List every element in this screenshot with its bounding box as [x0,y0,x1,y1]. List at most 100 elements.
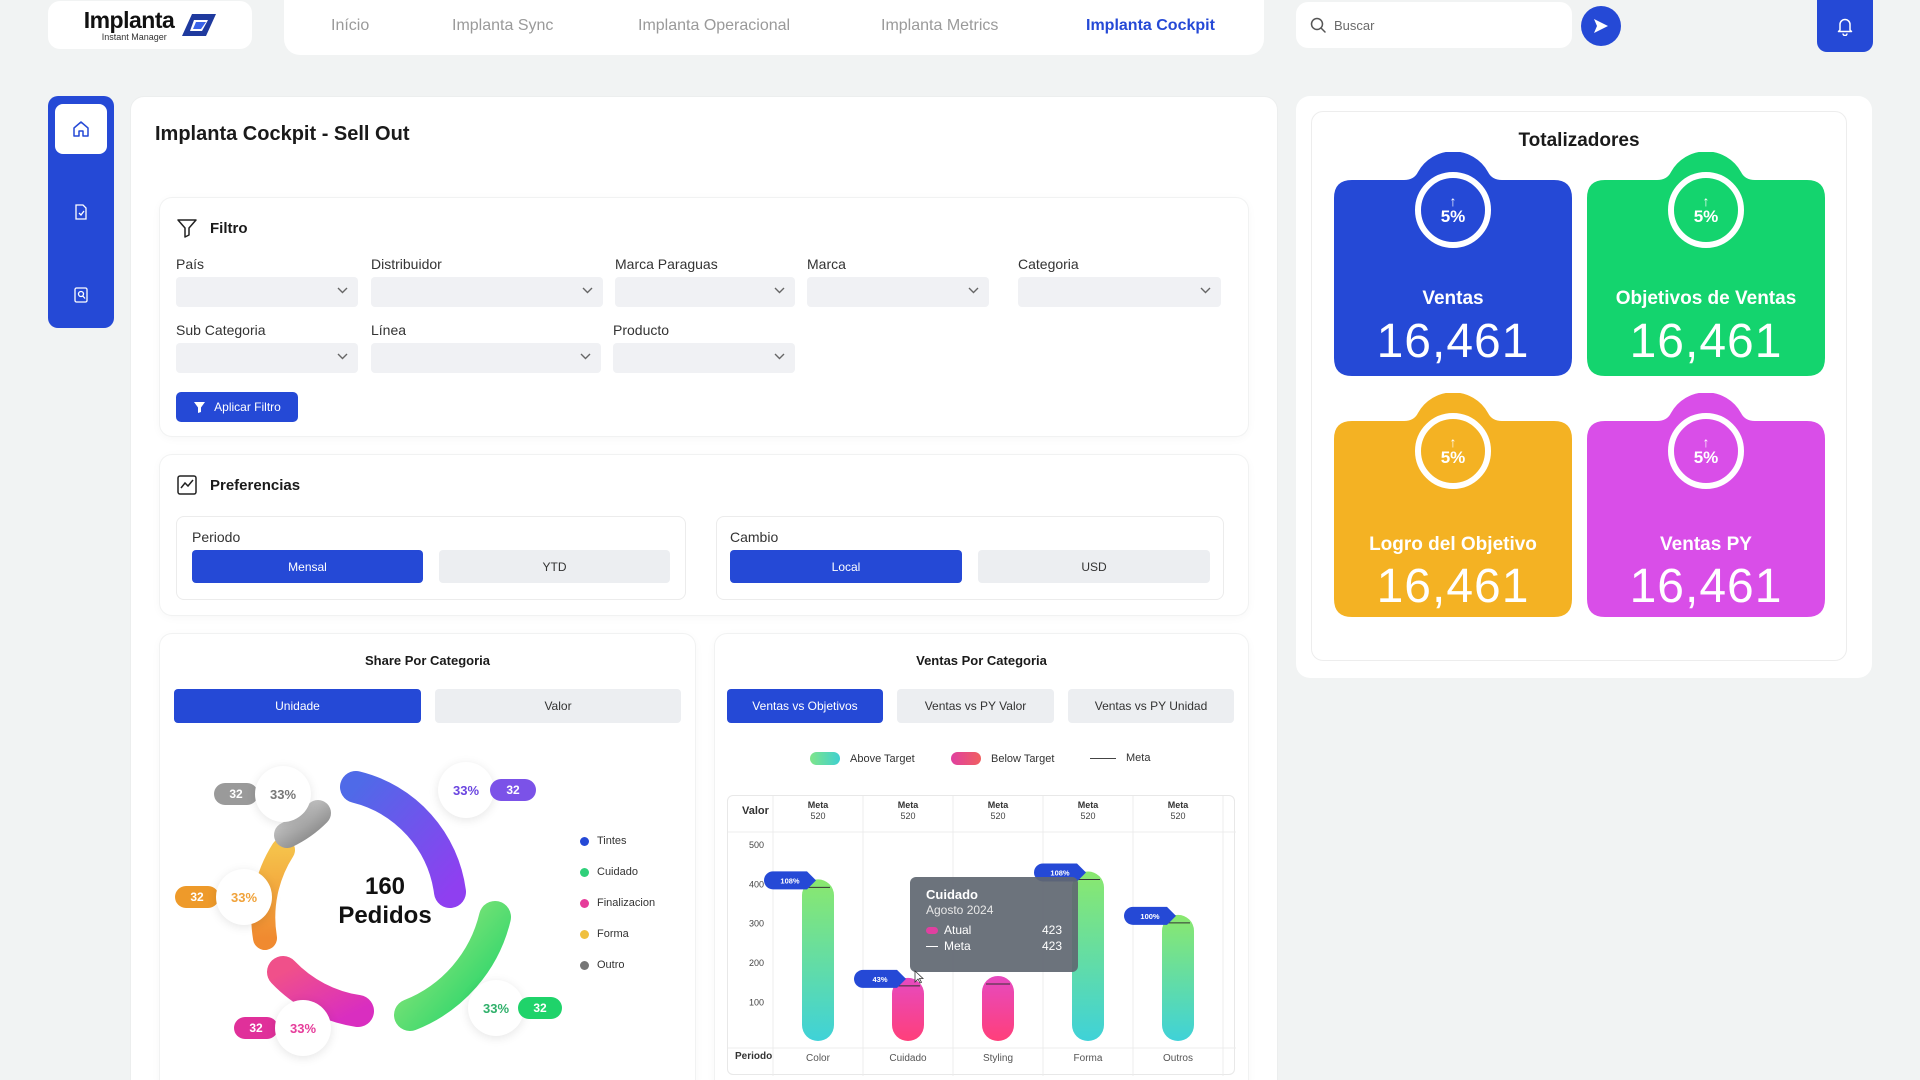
field-label-sub-categoria: Sub Categoria [176,322,266,338]
logo-subtitle: Instant Manager [101,31,167,42]
field-label-marca-paraguas: Marca Paraguas [615,256,718,272]
meta-header-value: 520 [1080,811,1095,821]
cambio-usd-button[interactable]: USD [978,550,1210,583]
sidebar-item-reports[interactable] [55,270,107,320]
select-linea[interactable] [371,343,601,373]
category-label: Styling [983,1053,1013,1064]
nav-item-implanta-sync[interactable]: Implanta Sync [452,17,553,35]
tot-card-ventas[interactable]: ↑ 5% Ventas 16,461 [1334,152,1572,376]
trend-chart-icon [177,475,197,495]
bar-styling [982,975,1014,1041]
category-label: Cuidado [889,1053,927,1064]
select-producto[interactable] [613,343,795,373]
legend-label: Cuidado [597,866,638,878]
y-axis-label: Valor [742,805,770,817]
chevron-down-icon [968,287,979,294]
chevron-down-icon [1200,287,1211,294]
periodo-label: Periodo [192,529,241,545]
nav-item-implanta-cockpit[interactable]: Implanta Cockpit [1086,17,1215,35]
periodo-mensal-button[interactable]: Mensal [192,550,423,583]
chevron-down-icon [337,353,348,360]
sidebar-item-home[interactable] [55,104,107,154]
percent-badge-label: 100% [1140,912,1160,921]
donut-center: 160 Pedidos [325,873,445,931]
chevron-down-icon [580,353,591,360]
field-label-pais: País [176,256,205,272]
select-marca[interactable] [807,277,989,307]
tot-label: Ventas [1422,288,1484,309]
tot-card-objetivos[interactable]: ↑ 5% Objetivos de Ventas 16,461 [1587,152,1825,376]
legend-dot [580,898,589,908]
tintes-pct: 33% [438,762,494,818]
tot-value: 16,461 [1376,560,1530,613]
share-tab-unidade[interactable]: Unidade [174,689,421,723]
legend-dot [580,867,589,877]
page-title: Implanta Cockpit - Sell Out [155,123,410,145]
apply-filter-label: Aplicar Filtro [214,400,281,414]
tooltip-row-atual: Atual 423 [926,923,1062,937]
finalizacion-pct: 33% [275,1000,331,1056]
y-tick-label: 400 [749,879,764,889]
legend-swatch-meta [1090,757,1116,759]
bar-color [802,879,834,1041]
preferences-title: Preferencias [176,474,300,496]
search-submit-button[interactable] [1581,6,1621,46]
tot-card-ventas-py[interactable]: ↑ 5% Ventas PY 16,461 [1587,393,1825,617]
forma-value-chip: 32 [175,886,219,908]
select-sub-categoria[interactable] [176,343,358,373]
donut-center-label: Pedidos [338,901,432,929]
logo-mark-icon [182,14,217,36]
nav-item-implanta-metrics[interactable]: Implanta Metrics [881,17,998,35]
tooltip-atual-value: 423 [1041,923,1062,937]
logo-title: Implanta [83,6,175,33]
select-categoria[interactable] [1018,277,1221,307]
nav-item-implanta-operacional[interactable]: Implanta Operacional [638,17,790,35]
filter-icon [177,219,197,238]
tooltip-period: Agosto 2024 [926,903,994,917]
search-input[interactable] [1334,17,1554,33]
y-tick-label: 100 [749,998,764,1008]
ventas-tab-objetivos[interactable]: Ventas vs Objetivos [727,689,883,723]
meta-header-value: 520 [1170,811,1185,821]
percent-badge-label: 108% [780,876,800,885]
y-tick-label: 500 [749,840,764,850]
tot-ring: ↑ 5% [1668,413,1744,489]
arrow-up-icon: ↑ [1449,433,1457,450]
y-tick-label: 300 [749,919,764,929]
periodo-ytd-button[interactable]: YTD [439,550,670,583]
app-logo[interactable]: Implanta Instant Manager [48,1,252,49]
nav-item-inicio[interactable]: Início [331,17,369,35]
meta-header-label: Meta [1078,800,1099,810]
preferences-title-text: Preferencias [210,476,301,494]
ventas-tab-py-unidad[interactable]: Ventas vs PY Unidad [1068,689,1234,723]
tot-value: 16,461 [1629,560,1783,613]
bell-icon [1837,18,1853,36]
field-label-categoria: Categoria [1018,256,1079,272]
select-pais[interactable] [176,277,358,307]
legend-label: Outro [597,959,625,971]
legend-label: Below Target [991,752,1055,765]
legend-dot [580,836,589,846]
select-marca-paraguas[interactable] [615,277,795,307]
apply-filter-button[interactable]: Aplicar Filtro [176,392,298,422]
notifications-button[interactable] [1817,0,1873,52]
tooltip-category: Cuidado [926,887,978,902]
tot-card-logro[interactable]: ↑ 5% Logro del Objetivo 16,461 [1334,393,1572,617]
tot-ring: ↑ 5% [1668,172,1744,248]
select-distribuidor[interactable] [371,277,603,307]
tot-pct: 5% [1440,447,1466,467]
tooltip-swatch-meta [926,945,938,947]
sidebar-item-documents[interactable] [55,187,107,237]
legend-item-finalizacion: Finalizacion [580,897,655,909]
legend-label: Tintes [597,835,627,847]
legend-label: Above Target [850,752,915,765]
ventas-tab-py-valor[interactable]: Ventas vs PY Valor [897,689,1054,723]
percent-badge-label: 43% [872,975,887,984]
ventas-chart-title: Ventas Por Categoria [916,653,1047,668]
share-tab-valor[interactable]: Valor [435,689,681,723]
donut-center-value: 160 [364,873,406,900]
filter-icon [194,401,206,413]
tooltip-meta-value: 423 [1041,939,1062,953]
tot-pct: 5% [1440,206,1466,226]
cambio-local-button[interactable]: Local [730,550,962,583]
